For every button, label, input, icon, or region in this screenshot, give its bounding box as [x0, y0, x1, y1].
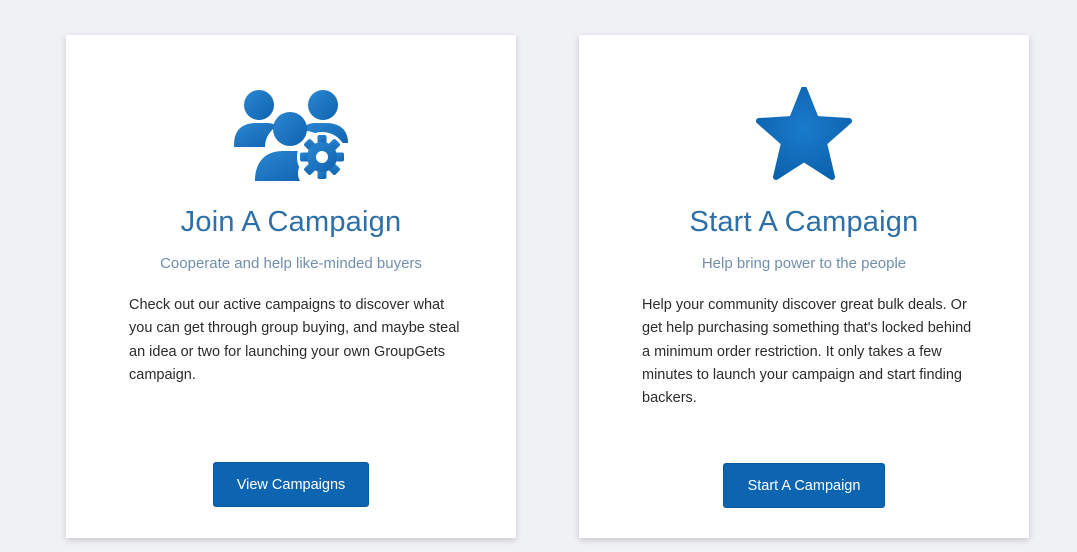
- card-title: Start A Campaign: [689, 206, 919, 238]
- card-title: Join A Campaign: [180, 206, 402, 238]
- card-subtitle: Help bring power to the people: [701, 255, 907, 272]
- star-icon: [579, 87, 1029, 183]
- group-gear-icon: [66, 87, 516, 183]
- view-campaigns-button[interactable]: View Campaigns: [213, 462, 369, 507]
- start-campaign-button[interactable]: Start A Campaign: [723, 463, 885, 508]
- join-campaign-card: Join A Campaign Cooperate and help like-…: [66, 35, 516, 538]
- start-campaign-card: Start A Campaign Help bring power to the…: [579, 35, 1029, 538]
- card-description: Help your community discover great bulk …: [642, 297, 972, 407]
- card-subtitle: Cooperate and help like-minded buyers: [160, 255, 422, 272]
- card-description: Check out our active campaigns to discov…: [129, 297, 460, 383]
